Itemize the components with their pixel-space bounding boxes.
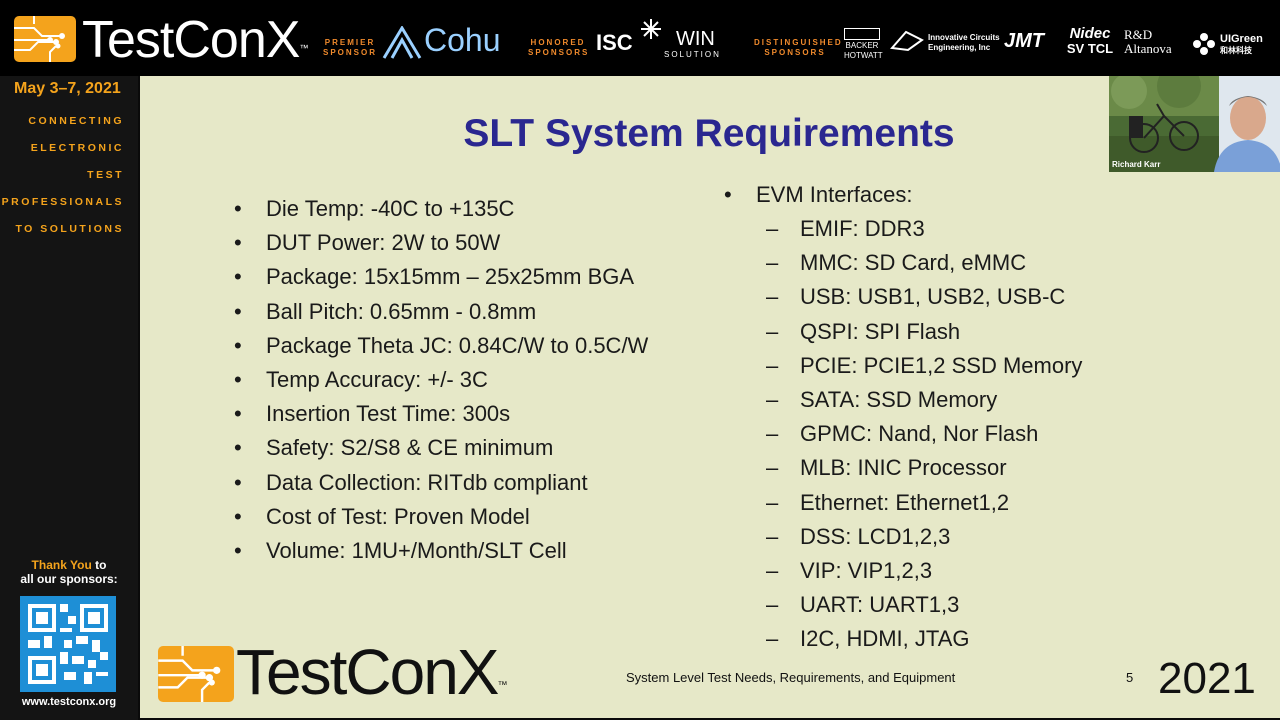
- list-item: GPMC: Nand, Nor Flash: [766, 417, 1082, 451]
- speaker-webcam: Richard Karr: [1109, 76, 1280, 172]
- list-item: Package: 15x15mm – 25x25mm BGA: [232, 260, 648, 294]
- list-item: Package Theta JC: 0.84C/W to 0.5C/W: [232, 329, 648, 363]
- list-item: MMC: SD Card, eMMC: [766, 246, 1082, 280]
- list-item: I2C, HDMI, JTAG: [766, 622, 1082, 656]
- requirements-list: Die Temp: -40C to +135C DUT Power: 2W to…: [232, 192, 648, 568]
- list-item: Die Temp: -40C to +135C: [232, 192, 648, 226]
- cohu-logo: Cohu: [382, 22, 512, 62]
- testconx-logo-icon: [14, 16, 76, 62]
- footer-logo-text: TestConX™: [236, 636, 507, 708]
- uigreen-flower-icon: [1193, 33, 1215, 55]
- list-item: SATA: SSD Memory: [766, 383, 1082, 417]
- uigreen-logo: UIGreen 和林科技: [1220, 33, 1263, 56]
- premier-sponsor-label: PREMIER SPONSOR: [322, 38, 377, 57]
- innovative-circuits-logo: Innovative Circuits Engineering, Inc: [928, 33, 1000, 52]
- evm-interfaces-list: EMIF: DDR3 MMC: SD Card, eMMC USB: USB1,…: [766, 212, 1082, 657]
- sponsor-banner: TestConX™ PREMIER SPONSOR Cohu HONORED SPO…: [0, 0, 1280, 76]
- presentation-slide: SLT System Requirements Die Temp: -40C t…: [140, 76, 1280, 718]
- list-item: UART: UART1,3: [766, 588, 1082, 622]
- footer-year: 2021: [1158, 654, 1256, 703]
- conference-date: May 3–7, 2021: [14, 80, 121, 97]
- list-item: USB: USB1, USB2, USB-C: [766, 280, 1082, 314]
- list-item: DUT Power: 2W to 50W: [232, 226, 648, 260]
- page-number: 5: [1126, 670, 1134, 685]
- webcam-video-icon: [1109, 76, 1280, 172]
- list-item: VIP: VIP1,2,3: [766, 554, 1082, 588]
- slide-title: SLT System Requirements: [463, 112, 955, 155]
- cohu-mark-icon: [382, 26, 422, 59]
- list-item: Temp Accuracy: +/- 3C: [232, 363, 648, 397]
- tagline-line: ELECTRONIC: [30, 142, 124, 154]
- sponsor-thanks: Thank You to all our sponsors:: [20, 558, 118, 586]
- list-item: QSPI: SPI Flash: [766, 315, 1082, 349]
- tagline-line: TEST: [87, 169, 124, 181]
- conference-sidebar: May 3–7, 2021 CONNECTING ELECTRONIC TEST…: [0, 76, 138, 720]
- list-item: PCIE: PCIE1,2 SSD Memory: [766, 349, 1082, 383]
- list-item: DSS: LCD1,2,3: [766, 520, 1082, 554]
- webcam-name-label: Richard Karr: [1112, 160, 1161, 169]
- innovative-circuits-icon: [890, 30, 924, 52]
- jmt-logo: JMT: [1004, 30, 1044, 52]
- tagline-line: TO SOLUTIONS: [15, 223, 124, 235]
- qr-code-icon[interactable]: [20, 596, 116, 692]
- tagline-line: CONNECTING: [28, 115, 124, 127]
- evm-interfaces-heading: EVM Interfaces:: [724, 178, 913, 212]
- tagline-line: PROFESSIONALS: [1, 196, 124, 208]
- list-item: Ethernet: Ethernet1,2: [766, 486, 1082, 520]
- list-item: Volume: 1MU+/Month/SLT Cell: [232, 534, 648, 568]
- website-link[interactable]: www.testconx.org: [0, 696, 138, 708]
- isc-star-icon: [641, 19, 661, 39]
- footer-testconx-logo-icon: [158, 646, 234, 702]
- distinguished-sponsors-label: DISTINGUISHED SPONSORS: [754, 38, 843, 57]
- list-item: Cost of Test: Proven Model: [232, 500, 648, 534]
- backer-hotwatt-logo: BACKER HOTWATT: [844, 28, 883, 61]
- win-solution-logo: WIN SOLUTION: [664, 28, 721, 59]
- list-item: Ball Pitch: 0.65mm - 0.8mm: [232, 295, 648, 329]
- list-item: Insertion Test Time: 300s: [232, 397, 648, 431]
- list-item: EMIF: DDR3: [766, 212, 1082, 246]
- footer-caption: System Level Test Needs, Requirements, a…: [626, 670, 956, 685]
- list-item: Safety: S2/S8 & CE minimum: [232, 431, 648, 465]
- list-item: MLB: INIC Processor: [766, 451, 1082, 485]
- honored-sponsors-label: HONORED SPONSORS: [528, 38, 590, 57]
- list-item: Data Collection: RITdb compliant: [232, 466, 648, 500]
- nidec-svtcl-logo: Nidec SV TCL: [1066, 25, 1114, 56]
- rd-altanova-logo: R&D Altanova: [1124, 27, 1172, 56]
- banner-logo-text: TestConX™: [82, 11, 308, 69]
- isc-logo: ISC: [596, 30, 633, 55]
